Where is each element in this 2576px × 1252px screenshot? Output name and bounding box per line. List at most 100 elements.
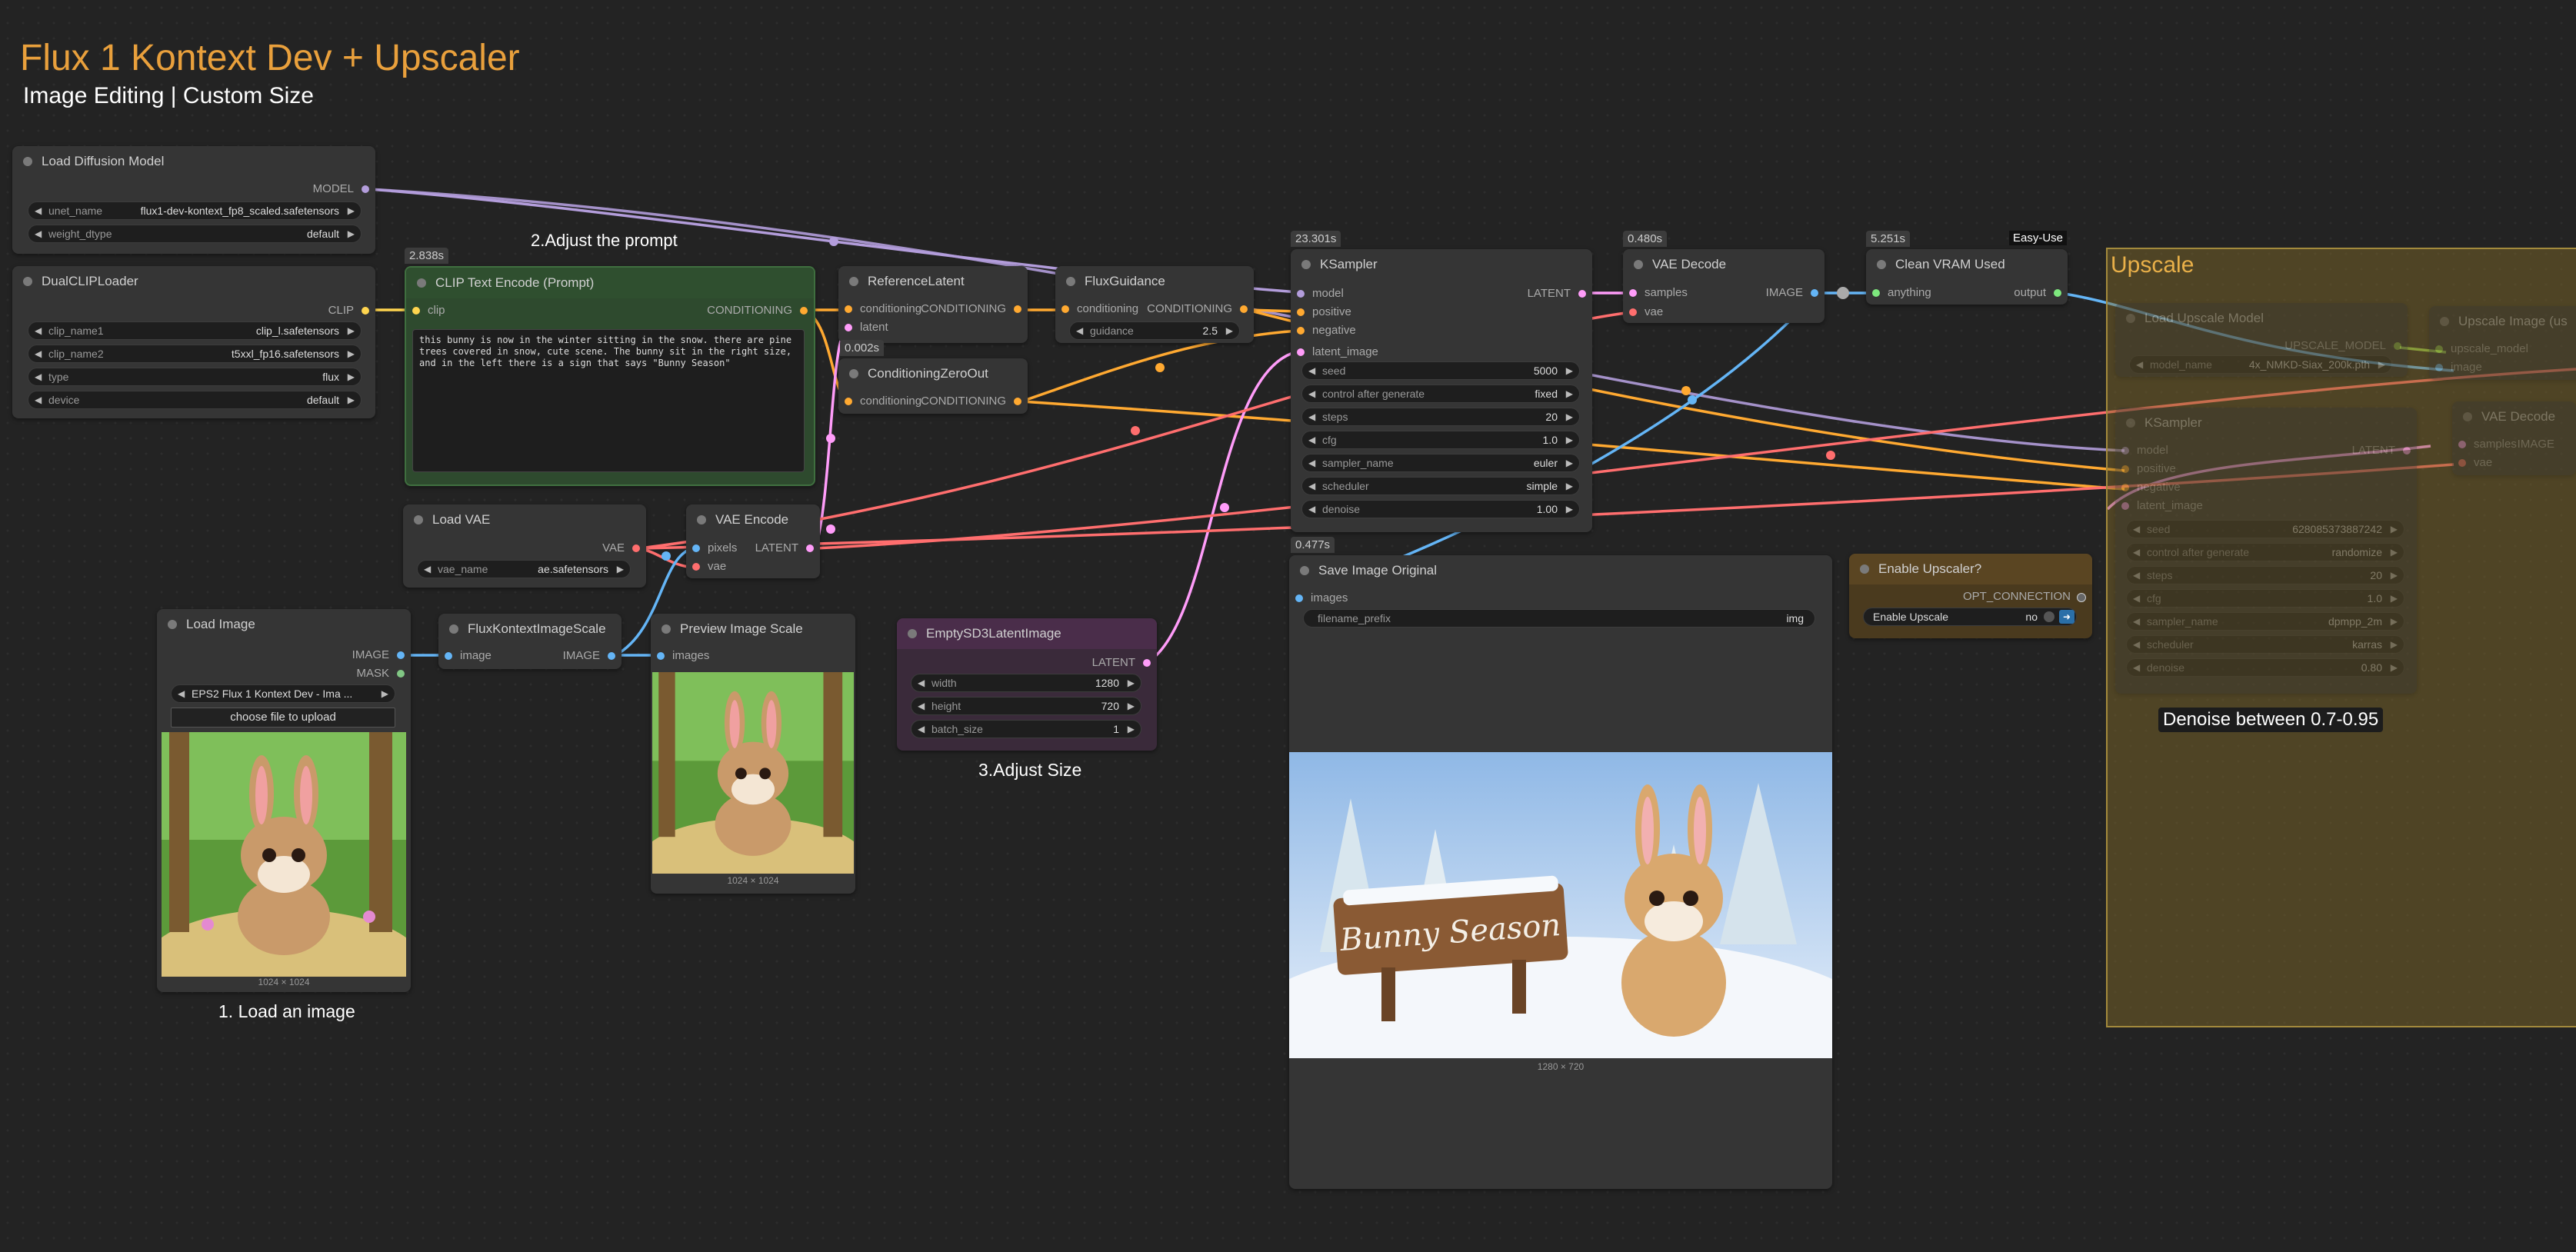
vae-pin-icon[interactable]: [692, 563, 700, 571]
input-clip[interactable]: clip: [406, 301, 445, 320]
save-image-original-node[interactable]: Save Image Original images filename_pref…: [1289, 555, 1832, 1189]
node-title[interactable]: KSampler: [1291, 249, 1592, 280]
input-anything[interactable]: anything: [1866, 284, 1931, 302]
image-pin-icon[interactable]: [397, 651, 405, 659]
latent-pin-icon[interactable]: [845, 324, 852, 331]
conditioning-pin-icon[interactable]: [1297, 308, 1305, 316]
arrow-left-icon[interactable]: ◀: [2133, 659, 2140, 676]
output-image[interactable]: IMAGE: [563, 647, 622, 665]
node-title[interactable]: DualCLIPLoader: [12, 266, 375, 297]
collapse-dot-icon[interactable]: [908, 629, 917, 638]
image-pin-icon[interactable]: [692, 544, 700, 552]
flux-kontext-image-scale-node[interactable]: FluxKontextImageScale image IMAGE: [438, 614, 622, 669]
vae-pin-icon[interactable]: [632, 544, 640, 552]
arrow-right-icon[interactable]: ▶: [348, 391, 355, 408]
vae-name-select[interactable]: ◀ vae_name ae.safetensors ▶: [417, 560, 631, 578]
arrow-right-icon[interactable]: ▶: [1566, 455, 1573, 471]
input-latent-image[interactable]: latent_image: [1291, 343, 1378, 361]
output-vae[interactable]: VAE: [602, 539, 646, 558]
collapse-dot-icon[interactable]: [2126, 314, 2135, 323]
arrow-left-icon[interactable]: ◀: [918, 674, 925, 691]
output-upscale-model[interactable]: UPSCALE_MODEL: [2284, 337, 2408, 355]
vae-pin-icon[interactable]: [1629, 308, 1637, 316]
node-title[interactable]: Load VAE: [403, 504, 646, 535]
collapse-dot-icon[interactable]: [23, 277, 32, 286]
arrow-right-icon[interactable]: ▶: [348, 345, 355, 362]
toggle-knob-icon[interactable]: [2044, 611, 2054, 622]
node-title[interactable]: Clean VRAM Used: [1866, 249, 2068, 280]
latent-pin-icon[interactable]: [1297, 348, 1305, 356]
upscale-group-title[interactable]: Upscale: [2108, 249, 2576, 281]
opt-pin-icon[interactable]: [2077, 593, 2086, 602]
node-title[interactable]: VAE Decode: [1623, 249, 1825, 280]
upscale-model-pin-icon[interactable]: [2394, 342, 2401, 350]
latent-pin-icon[interactable]: [1629, 289, 1637, 297]
width-number[interactable]: ◀ width 1280 ▶: [911, 674, 1141, 692]
arrow-right-icon[interactable]: ▶: [617, 561, 624, 578]
output-mask[interactable]: MASK: [356, 664, 411, 683]
filename-prefix-input[interactable]: filename_prefix img: [1303, 609, 1815, 628]
arrow-left-icon[interactable]: ◀: [2133, 613, 2140, 630]
input-latent[interactable]: latent: [838, 318, 888, 337]
load-upscale-model-node[interactable]: Load Upscale Model UPSCALE_MODEL ◀ model_…: [2115, 303, 2408, 377]
arrow-left-icon[interactable]: ◀: [35, 202, 42, 219]
input-negative[interactable]: negative: [2115, 478, 2181, 497]
latent-pin-icon[interactable]: [1143, 659, 1151, 667]
conditioning-pin-icon[interactable]: [1297, 327, 1305, 335]
output-conditioning[interactable]: CONDITIONING: [1147, 300, 1254, 318]
mask-pin-icon[interactable]: [397, 670, 405, 678]
arrow-right-icon[interactable]: ▶: [1128, 698, 1135, 714]
arrow-left-icon[interactable]: ◀: [1308, 362, 1315, 379]
arrow-right-icon[interactable]: ▶: [1566, 501, 1573, 518]
collapse-dot-icon[interactable]: [1066, 277, 1075, 286]
arrow-right-icon[interactable]: ▶: [1128, 674, 1135, 691]
collapse-dot-icon[interactable]: [849, 369, 858, 378]
dual-clip-loader-node[interactable]: DualCLIPLoader CLIP ◀ clip_name1 clip_l.sa…: [12, 266, 375, 418]
arrow-left-icon[interactable]: ◀: [1308, 431, 1315, 448]
vae-encode-node[interactable]: VAE Encode pixels LATENT vae: [686, 504, 820, 578]
arrow-right-icon[interactable]: ▶: [1566, 362, 1573, 379]
input-vae[interactable]: vae: [2452, 454, 2492, 472]
collapse-dot-icon[interactable]: [417, 278, 426, 288]
arrow-right-icon[interactable]: ▶: [1226, 322, 1233, 339]
scheduler-select[interactable]: ◀ scheduler simple ▶: [1301, 477, 1580, 495]
cfg-number[interactable]: ◀ cfg 1.0 ▶: [2126, 589, 2404, 608]
any-pin-icon[interactable]: [2054, 289, 2061, 297]
arrow-left-icon[interactable]: ◀: [1308, 501, 1315, 518]
collapse-dot-icon[interactable]: [449, 624, 458, 634]
clean-vram-node[interactable]: Clean VRAM Used anything output: [1866, 249, 2068, 305]
arrow-right-icon[interactable]: ▶: [1566, 385, 1573, 402]
node-title[interactable]: FluxKontextImageScale: [438, 614, 622, 644]
input-pixels[interactable]: pixels: [686, 539, 737, 558]
guidance-number[interactable]: ◀ guidance 2.5 ▶: [1069, 321, 1240, 340]
arrow-right-icon[interactable]: ▶: [2378, 356, 2385, 373]
arrow-left-icon[interactable]: ◀: [178, 685, 185, 702]
arrow-right-icon[interactable]: ▶: [2391, 544, 2398, 561]
node-title[interactable]: Preview Image Scale: [651, 614, 855, 644]
empty-sd3-latent-image-node[interactable]: EmptySD3LatentImage LATENT ◀ width 1280 ▶ ◀…: [897, 618, 1157, 751]
steps-number[interactable]: ◀ steps 20 ▶: [1301, 408, 1580, 426]
sampler-name-select[interactable]: ◀ sampler_name dpmpp_2m ▶: [2126, 612, 2404, 631]
denoise-number[interactable]: ◀ denoise 0.80 ▶: [2126, 658, 2404, 677]
arrow-left-icon[interactable]: ◀: [918, 721, 925, 738]
arrow-right-icon[interactable]: ▶: [1566, 431, 1573, 448]
conditioning-pin-icon[interactable]: [845, 305, 852, 313]
clip-name1-select[interactable]: ◀ clip_name1 clip_l.safetensors ▶: [28, 321, 362, 340]
input-conditioning[interactable]: conditioning: [838, 392, 921, 411]
collapse-dot-icon[interactable]: [414, 515, 423, 524]
latent-pin-icon[interactable]: [2121, 502, 2129, 510]
conditioning-pin-icon[interactable]: [800, 307, 808, 315]
batch-size-number[interactable]: ◀ batch_size 1 ▶: [911, 720, 1141, 738]
node-title[interactable]: ReferenceLatent: [838, 266, 1028, 297]
node-title[interactable]: Load Upscale Model: [2115, 303, 2408, 334]
model-pin-icon[interactable]: [2121, 447, 2129, 455]
node-title[interactable]: KSampler: [2115, 408, 2417, 438]
arrow-left-icon[interactable]: ◀: [1076, 322, 1083, 339]
input-model[interactable]: model: [2115, 441, 2168, 460]
input-images[interactable]: images: [651, 647, 709, 665]
node-title[interactable]: ConditioningZeroOut: [838, 358, 1028, 389]
output-conditioning[interactable]: CONDITIONING: [707, 301, 814, 320]
control-after-generate-select[interactable]: ◀ control after generate fixed ▶: [1301, 385, 1580, 403]
arrow-left-icon[interactable]: ◀: [1308, 408, 1315, 425]
conditioning-pin-icon[interactable]: [1240, 305, 1248, 313]
